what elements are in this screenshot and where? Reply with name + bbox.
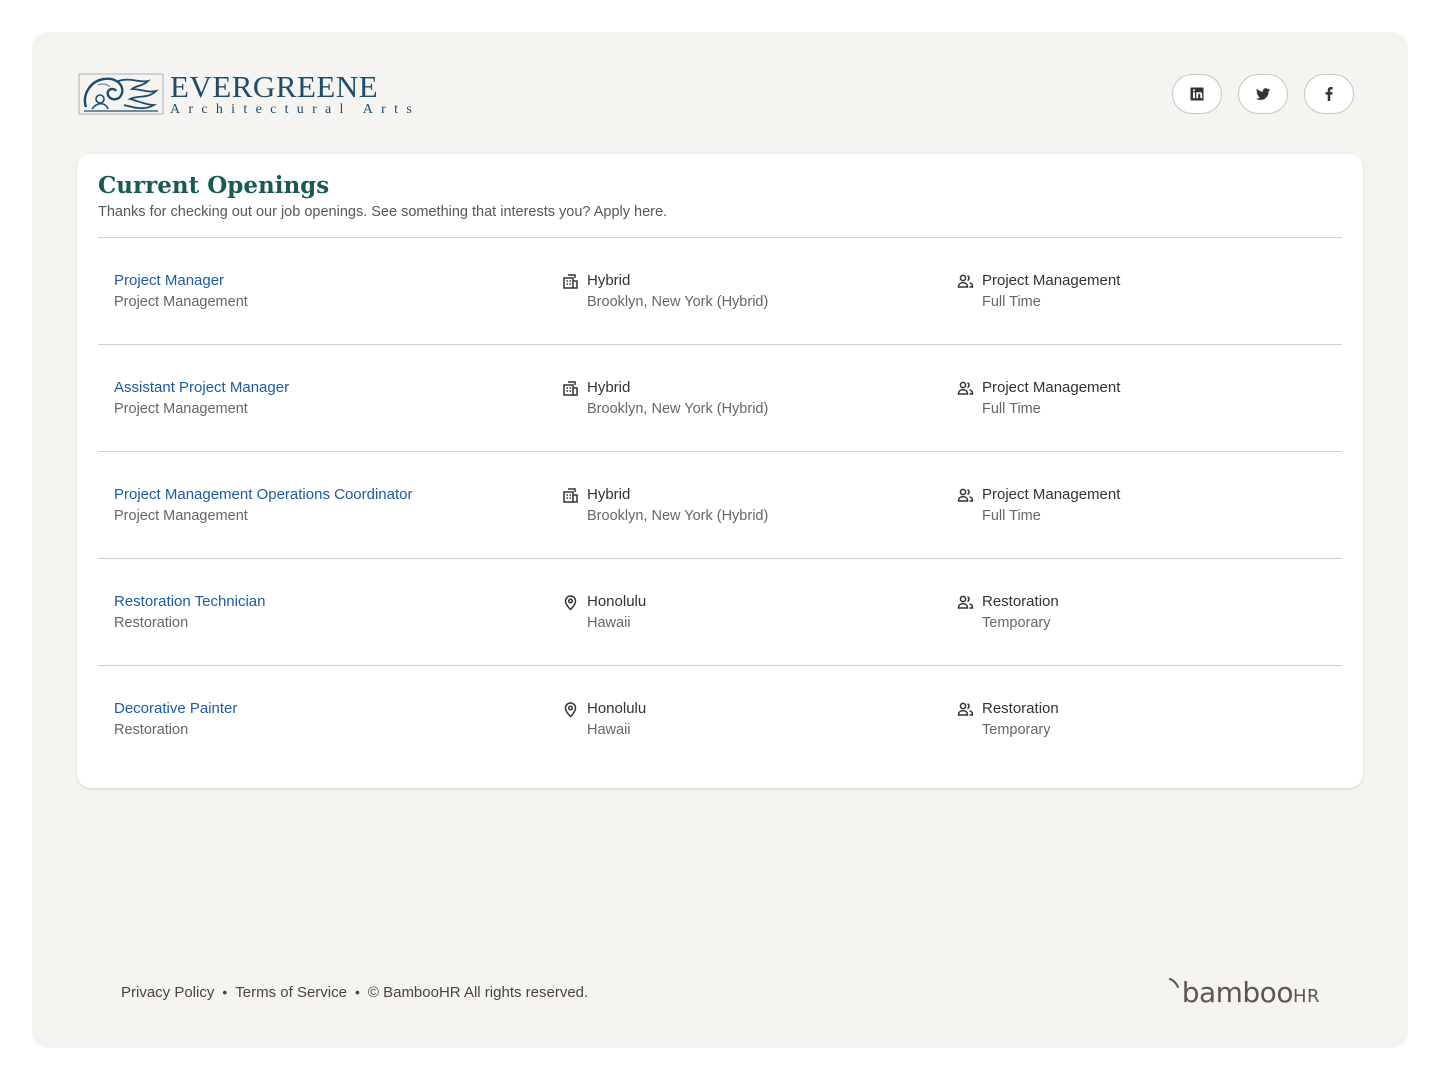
location: Brooklyn, New York (Hybrid) [587,508,769,524]
job-row: Decorative Painter Restoration Honolulu … [98,666,1342,773]
job-title-link[interactable]: Assistant Project Manager [114,378,289,398]
job-row: Project Management Operations Coordinato… [98,452,1342,559]
job-list: Project Manager Project Management Hybri… [98,238,1342,773]
copyright-text: © BambooHR All rights reserved. [367,983,589,1001]
employment-type: Temporary [982,722,1051,738]
bamboohr-logo[interactable]: bamboo HR [1168,975,1320,1009]
team: Restoration [982,700,1059,717]
company-logo[interactable]: EVERGREENE Architectural Arts [78,71,420,117]
location: Hawaii [587,615,631,631]
job-department: Restoration [114,722,189,738]
users-icon [957,487,974,504]
acanthus-leaf-icon [78,73,164,115]
openings-card: Current Openings Thanks for checking out… [77,154,1363,788]
job-department: Project Management [114,294,248,310]
users-icon [957,701,974,718]
location: Brooklyn, New York (Hybrid) [587,294,769,310]
location: Hawaii [587,722,631,738]
bamboo-leaf-icon [1168,977,1179,988]
facebook-icon [1325,87,1333,101]
employment-type: Full Time [982,294,1041,310]
separator: • [222,984,228,1000]
location-type: Hybrid [587,272,631,289]
job-department: Restoration [114,615,189,631]
job-row: Restoration Technician Restoration Honol… [98,559,1342,666]
team: Project Management [982,379,1121,396]
map-pin-icon [562,701,579,718]
twitter-icon [1256,88,1270,100]
header: EVERGREENE Architectural Arts [78,70,1354,118]
linkedin-icon [1190,87,1204,101]
linkedin-button[interactable] [1172,74,1222,114]
job-row: Assistant Project Manager Project Manage… [98,345,1342,452]
employment-type: Full Time [982,401,1041,417]
facebook-button[interactable] [1304,74,1354,114]
users-icon [957,273,974,290]
team: Project Management [982,486,1121,503]
twitter-button[interactable] [1238,74,1288,114]
location-type: Hybrid [587,379,631,396]
map-pin-icon [562,594,579,611]
job-department: Project Management [114,401,248,417]
job-title-link[interactable]: Project Manager [114,271,248,291]
job-row: Project Manager Project Management Hybri… [98,238,1342,345]
privacy-policy-link[interactable]: Privacy Policy [121,984,214,1001]
footer-links: Privacy Policy • Terms of Service • © Ba… [121,984,588,1001]
team: Restoration [982,593,1059,610]
job-title-link[interactable]: Restoration Technician [114,592,265,612]
bamboohr-suffix: HR [1292,985,1320,1007]
location-type: Honolulu [587,700,647,717]
job-title-link[interactable]: Project Management Operations Coordinato… [114,485,413,505]
building-icon [562,380,579,397]
brand-name: EVERGREENE [170,69,379,104]
building-icon [562,273,579,290]
location-type: Honolulu [587,593,647,610]
footer: Privacy Policy • Terms of Service • © Ba… [121,974,1320,1010]
employment-type: Temporary [982,615,1051,631]
employment-type: Full Time [982,508,1041,524]
users-icon [957,380,974,397]
location: Brooklyn, New York (Hybrid) [587,401,769,417]
page-title: Current Openings [98,172,330,199]
users-icon [957,594,974,611]
job-department: Project Management [114,508,248,524]
bamboohr-wordmark: bamboo [1181,975,1294,1009]
job-title-link[interactable]: Decorative Painter [114,699,237,719]
team: Project Management [982,272,1121,289]
brand-subtitle: Architectural Arts [170,102,421,117]
location-type: Hybrid [587,486,631,503]
social-links [1172,74,1354,114]
page-subtitle: Thanks for checking out our job openings… [98,204,668,220]
terms-of-service-link[interactable]: Terms of Service [235,984,347,1001]
building-icon [562,487,579,504]
separator: • [354,984,360,1000]
page-frame: EVERGREENE Architectural Arts Current Op… [32,32,1408,1048]
